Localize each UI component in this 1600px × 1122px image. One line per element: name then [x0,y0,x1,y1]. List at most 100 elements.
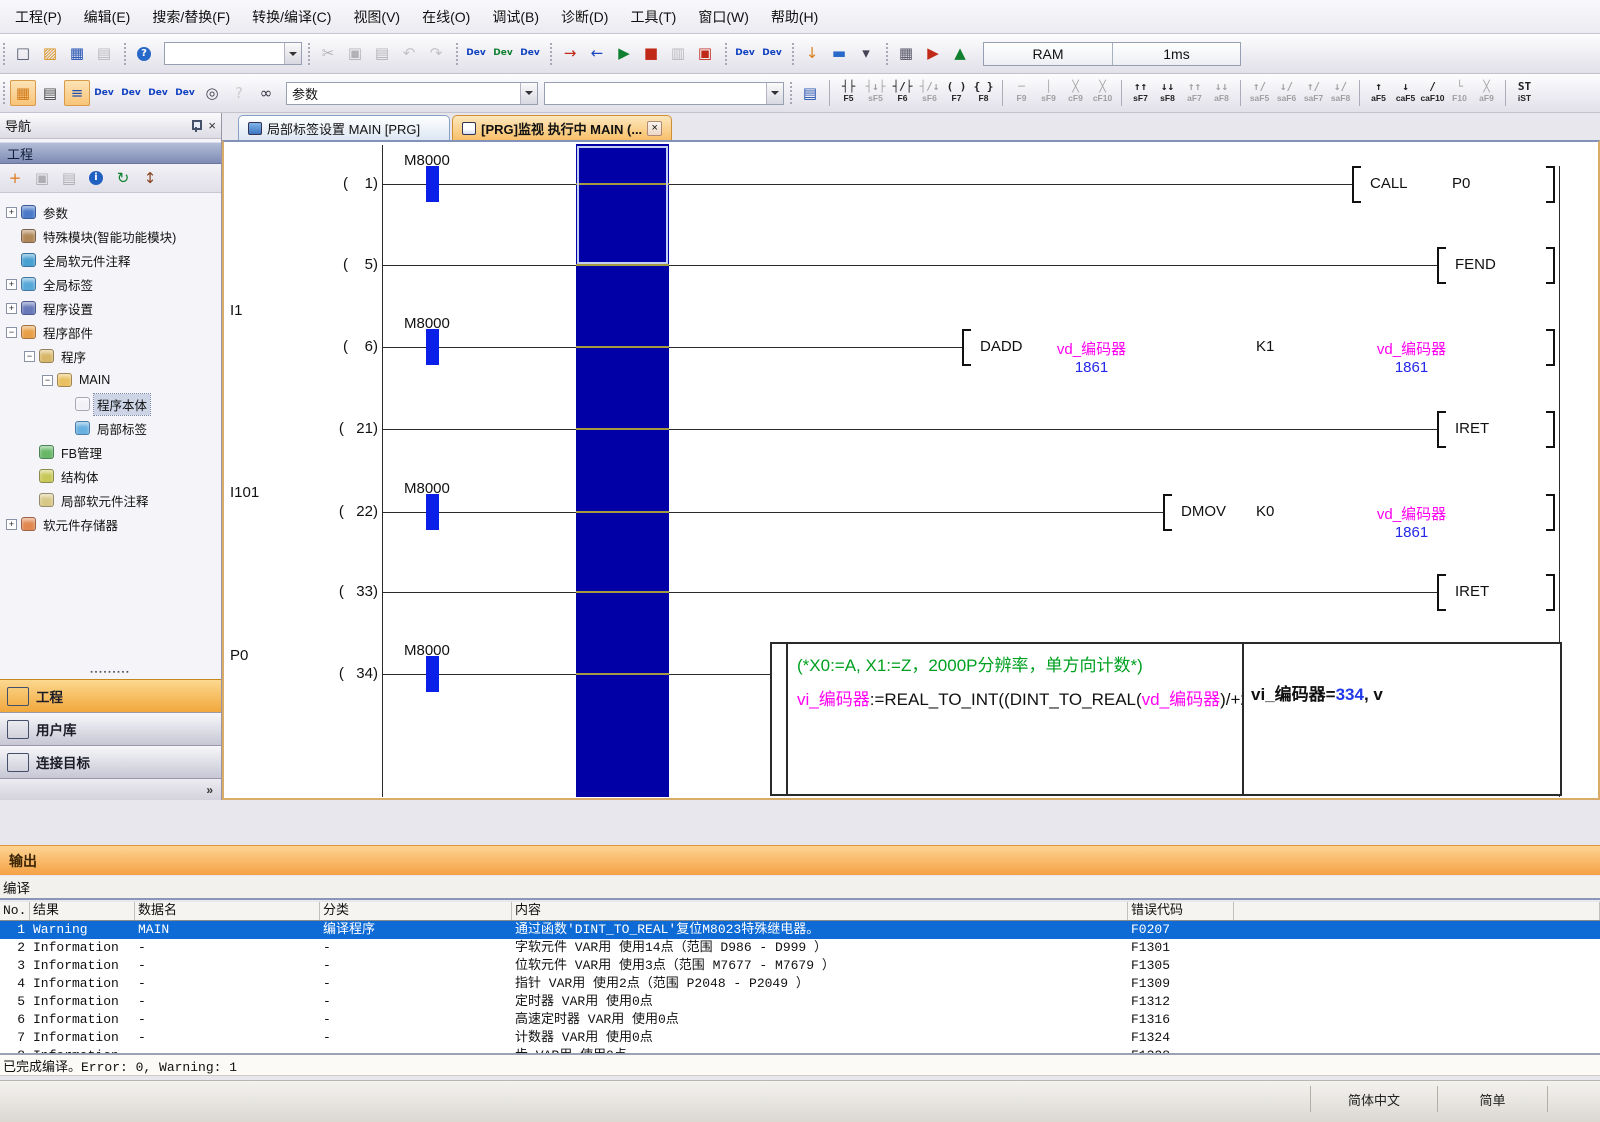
editor-tab[interactable]: [PRG]监视 执行中 MAIN (... × [452,115,672,140]
view-more-button[interactable]: » [0,778,221,800]
ladder-symbol-button[interactable]: ↓∕saF8 [1327,76,1354,108]
project-data-combo[interactable] [164,42,302,65]
tree-expand-toggle[interactable]: + [6,207,17,218]
output-panel-header[interactable]: 输出 [0,845,1600,875]
ladder-symbol-button[interactable]: ┤├F5 [835,76,862,108]
tree-item[interactable]: 结构体 [0,464,221,488]
view-button[interactable]: 用户库 [0,712,221,745]
ladder-symbol-button[interactable]: ↓caF5 [1392,76,1419,108]
close-icon[interactable]: × [208,119,216,132]
toolbar-overflow-icon[interactable]: ▾ [853,41,879,67]
ladder-symbol-button[interactable]: ╳cF10 [1089,76,1116,108]
copy-icon[interactable]: ▣ [342,41,368,67]
instruction-call[interactable]: CALL [1370,175,1408,192]
device-batch-monitor-icon[interactable]: Dev [463,41,489,67]
contact-m8000[interactable] [426,656,439,692]
tree-expand-toggle[interactable]: + [6,303,17,314]
note-icon[interactable]: Dev [145,80,171,106]
cut-icon[interactable]: ✂ [315,41,341,67]
write-to-plc-icon[interactable]: → [557,41,583,67]
instruction-operand-label[interactable]: vd_编码器 [1344,503,1479,524]
table-row[interactable]: 4 Information - - 指针 VAR用 使用2点（范围 P2048 … [0,975,1600,993]
find-device-icon[interactable]: ◎ [199,80,225,106]
contact-m8000[interactable] [426,329,439,365]
editor-tab[interactable]: 局部标签设置 MAIN [PRG] [238,115,450,140]
ladder-symbol-button[interactable]: ↓∕saF6 [1273,76,1300,108]
ladder-symbol-button[interactable]: ┤/├F6 [889,76,916,108]
instruction-dmov[interactable]: DMOV [1181,503,1226,520]
tree-expand-toggle[interactable]: + [6,519,17,530]
tree-item[interactable]: − MAIN [0,368,221,392]
cross-reference-icon[interactable]: ∞ [253,80,279,106]
tree-item[interactable]: 特殊模块(智能功能模块) [0,224,221,248]
device-replace-icon[interactable]: Dev [759,41,785,67]
inline-st-box[interactable]: (*X0:=A, X1:=Z，2000P分辨率，单方向计数*) vi_编码器:=… [770,642,1562,796]
new-project-icon[interactable]: □ [10,41,36,67]
combo-arrow-icon[interactable] [520,83,537,104]
pin-icon[interactable] [189,119,202,132]
ladder-symbol-button[interactable]: ↑∕saF5 [1246,76,1273,108]
ladder-symbol-button[interactable]: ↓↓sF8 [1154,76,1181,108]
ladder-canvas[interactable]: I1 I101 P0 ( 1) ( 5) ( 6) ( 21) ( 22) ( … [222,140,1600,800]
tree-item[interactable]: + 软元件存储器 [0,512,221,536]
redo-icon[interactable]: ↷ [423,41,449,67]
transfer-setup-icon[interactable]: ↓ [799,41,825,67]
instruction-operand[interactable]: K1 [1256,338,1274,355]
read-from-plc-icon[interactable]: ← [584,41,610,67]
tree-item[interactable]: 局部标签 [0,416,221,440]
ladder-symbol-button[interactable]: ─F9 [1008,76,1035,108]
device-find-icon[interactable]: Dev [732,41,758,67]
view-button[interactable]: 连接目标 [0,745,221,778]
menu-item[interactable]: 调试(B) [481,1,550,33]
data-kind-combo[interactable]: 参数 [286,82,538,105]
ladder-symbol-button[interactable]: ∕caF10 [1419,76,1446,108]
tree-item[interactable]: 局部软元件注释 [0,488,221,512]
menu-item[interactable]: 诊断(D) [550,1,619,33]
open-project-icon[interactable]: ▨ [37,41,63,67]
undo-icon[interactable]: ↶ [396,41,422,67]
table-row[interactable]: 5 Information - - 定时器 VAR用 使用0点 F1312 [0,993,1600,1011]
device-comment-icon[interactable]: Dev [91,80,117,106]
instruction-iret[interactable]: IRET [1455,420,1489,437]
combo-arrow-icon[interactable] [284,43,301,64]
paste-icon[interactable]: ▤ [369,41,395,67]
instruction-iret[interactable]: IRET [1455,583,1489,600]
print-icon[interactable]: ▤ [91,41,117,67]
memory-clear-icon[interactable]: ▣ [692,41,718,67]
tree-expand-toggle[interactable]: − [6,327,17,338]
data-name-combo[interactable] [544,82,784,105]
ladder-symbol-button[interactable]: └F10 [1446,76,1473,108]
tree-item[interactable]: + 参数 [0,200,221,224]
program-check-icon[interactable]: ▲ [947,41,973,67]
ladder-symbol-button[interactable]: ╳cF9 [1062,76,1089,108]
menu-item[interactable]: 视图(V) [342,1,411,33]
contact-m8000[interactable] [426,494,439,530]
table-row[interactable]: 7 Information - - 计数器 VAR用 使用0点 F1324 [0,1029,1600,1047]
menu-item[interactable]: 工具(T) [619,1,687,33]
verify-with-plc-icon[interactable]: ▥ [665,41,691,67]
ladder-symbol-button[interactable]: ( )F7 [943,76,970,108]
instruction-operand[interactable]: K0 [1256,503,1274,520]
refresh-view-icon[interactable]: ↻ [111,166,135,190]
instruction-dadd[interactable]: DADD [980,338,1023,355]
navigation-toggle-icon[interactable]: ▦ [10,80,36,106]
table-row[interactable]: 3 Information - - 位软元件 VAR用 使用3点（范围 M767… [0,957,1600,975]
copy-data-icon[interactable]: ▣ [30,166,54,190]
paste-data-icon[interactable]: ▤ [57,166,81,190]
ladder-symbol-button[interactable]: ↑↑aF7 [1181,76,1208,108]
new-data-icon[interactable]: + [3,166,27,190]
buffer-memory-monitor-icon[interactable]: Dev [490,41,516,67]
module-configuration-icon[interactable]: ▤ [37,80,63,106]
instruction-operand-label[interactable]: vd_编码器 [1024,338,1159,359]
menu-item[interactable]: 转换/编译(C) [241,1,342,33]
tree-item[interactable]: 程序本体 [0,392,221,416]
tree-item[interactable]: FB管理 [0,440,221,464]
document-check-icon[interactable]: ▤ [797,80,823,106]
tree-item[interactable]: − 程序 [0,344,221,368]
view-button[interactable]: 工程 [0,679,221,712]
tab-close-icon[interactable]: × [647,121,662,136]
menu-item[interactable]: 窗口(W) [687,1,760,33]
tree-expand-toggle[interactable]: − [24,351,35,362]
menu-item[interactable]: 工程(P) [4,1,73,33]
remote-operation-icon[interactable]: ▬ [826,41,852,67]
